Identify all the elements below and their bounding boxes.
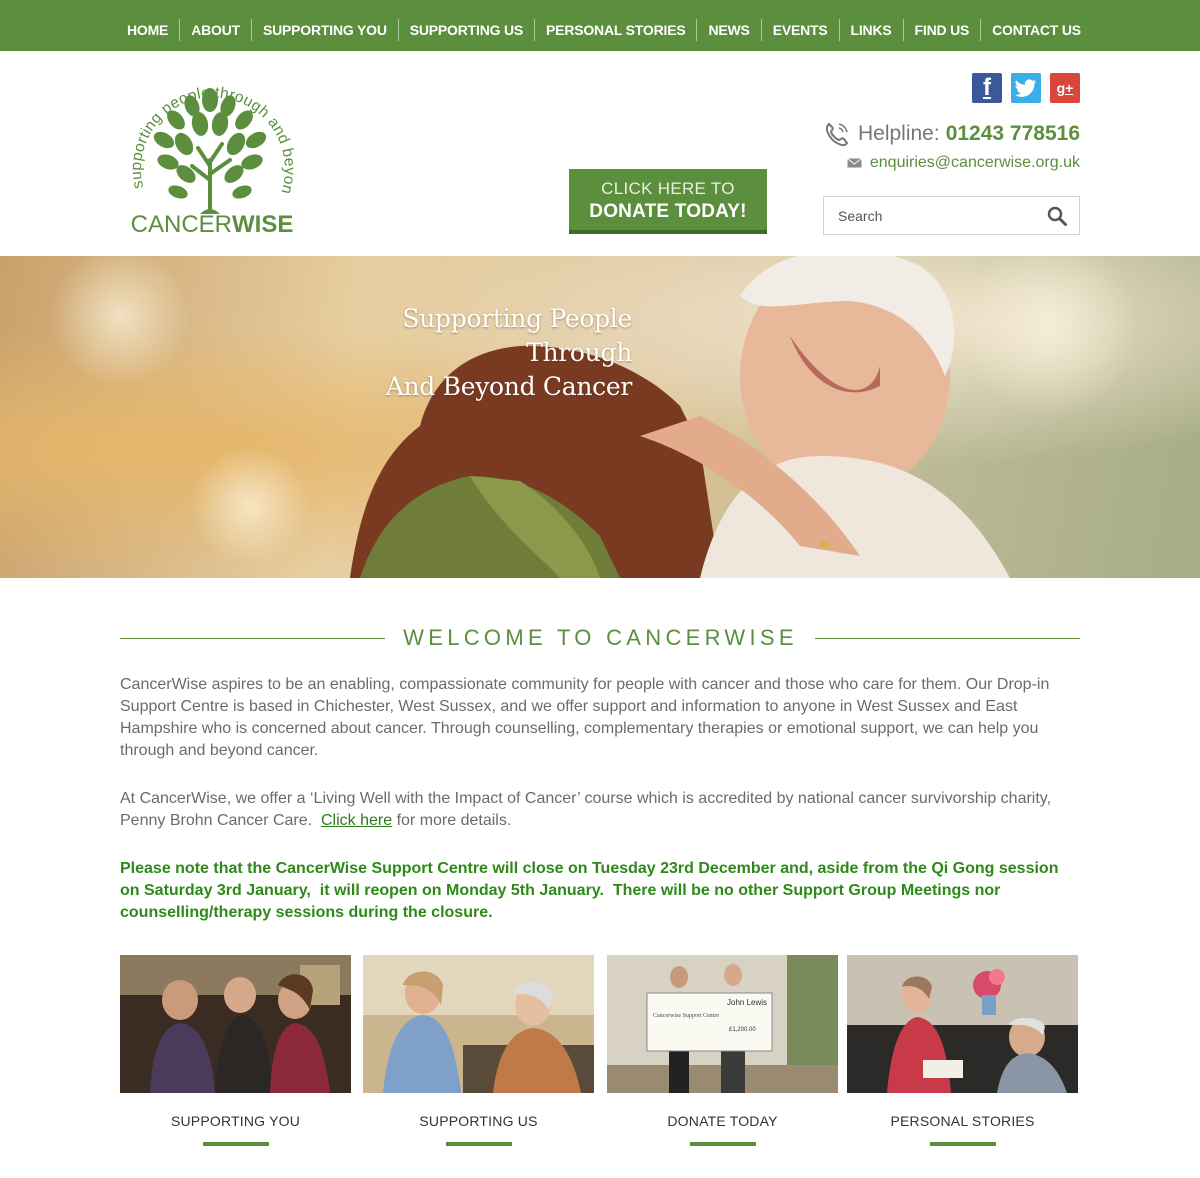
counselling-photo — [847, 955, 1078, 1093]
tile-underline — [689, 1142, 756, 1146]
nav-link-news[interactable]: NEWS — [697, 19, 760, 41]
intro-paragraph: CancerWise aspires to be an enabling, co… — [120, 676, 1050, 759]
search-input[interactable] — [824, 197, 1034, 234]
tile-supporting-you-caption: SUPPORTING YOU — [170, 1113, 301, 1129]
cheque-amount: £1,200.00 — [729, 1027, 756, 1033]
nav-item-home[interactable]: HOME — [116, 19, 179, 41]
nav-item-events[interactable]: EVENTS — [760, 19, 839, 41]
nav-item-find-us[interactable]: FIND US — [902, 19, 981, 41]
hero-title-line-2: And Beyond Cancer — [385, 372, 633, 401]
logo-name-bold: WISE — [232, 211, 293, 238]
nav-link-links[interactable]: LINKS — [840, 19, 903, 41]
hero-title-line-1: Supporting People Through — [402, 304, 632, 367]
nav-link-supporting-us[interactable]: SUPPORTING US — [399, 19, 534, 41]
helpline-number[interactable]: 01243 778516 — [946, 122, 1080, 146]
nav-link-home[interactable]: HOME — [116, 19, 179, 41]
twitter-icon[interactable] — [1011, 73, 1041, 103]
tile-supporting-you-image — [120, 955, 351, 1093]
tile-donate-today-image: John Lewis Cancerwise Support Centre £1,… — [607, 955, 838, 1093]
nav-link-contact-us[interactable]: CONTACT US — [981, 19, 1092, 41]
search-box — [823, 196, 1080, 235]
nav-item-links[interactable]: LINKS — [838, 19, 903, 41]
facebook-icon[interactable]: f — [972, 73, 1002, 103]
logo-tree-icon: supporting people through and beyond can… — [110, 49, 298, 238]
course-paragraph: At CancerWise, we offer a ‘Living Well w… — [120, 788, 1080, 832]
donate-button[interactable]: CLICK HERE TO DONATE TODAY! — [569, 169, 767, 234]
nav-item-supporting-us[interactable]: SUPPORTING US — [397, 19, 534, 41]
tile-supporting-us-image — [363, 955, 594, 1093]
donate-line-2: DONATE TODAY! — [589, 201, 747, 222]
googleplus-icon[interactable]: g+ — [1050, 73, 1080, 103]
cancerwise-logo[interactable]: supporting people through and beyond can… — [110, 49, 310, 242]
tile-supporting-you[interactable]: SUPPORTING YOU — [120, 955, 351, 1146]
email-contact: enquiries@cancerwise.org.uk — [847, 154, 1080, 172]
tile-supporting-us-caption: SUPPORTING US — [419, 1113, 538, 1129]
tile-personal-stories[interactable]: PERSONAL STORIES — [847, 955, 1078, 1146]
envelope-icon — [847, 158, 862, 168]
tile-donate-today[interactable]: John Lewis Cancerwise Support Centre £1,… — [607, 955, 838, 1146]
nav-item-news[interactable]: NEWS — [696, 19, 760, 41]
cheque-presentation-photo: John Lewis Cancerwise Support Centre £1,… — [607, 955, 838, 1093]
group-photo — [120, 955, 351, 1093]
helpline: Helpline: 01243 778516 — [823, 118, 1080, 150]
nav-item-supporting-you[interactable]: SUPPORTING YOU — [250, 19, 398, 41]
email-link[interactable]: enquiries@cancerwise.org.uk — [870, 154, 1080, 172]
welcome-heading-row: WELCOME TO CANCERWISE — [120, 623, 1080, 653]
nav-link-about[interactable]: ABOUT — [180, 19, 251, 41]
nav-list: HOME ABOUT SUPPORTING YOU SUPPORTING US … — [116, 19, 1092, 41]
phone-icon — [825, 122, 849, 147]
nav-link-events[interactable]: EVENTS — [762, 19, 839, 41]
tile-underline — [202, 1142, 269, 1146]
helpline-label: Helpline: — [857, 122, 940, 145]
course-text: At CancerWise, we offer a ‘Living Well w… — [120, 790, 1052, 829]
nav-link-find-us[interactable]: FIND US — [904, 19, 981, 41]
tile-underline — [929, 1142, 996, 1146]
tile-personal-stories-image — [847, 955, 1078, 1093]
nav-item-personal-stories[interactable]: PERSONAL STORIES — [534, 19, 696, 41]
heading-rule-left — [120, 637, 386, 639]
heading-rule-right — [814, 637, 1080, 639]
course-click-here-link[interactable]: Click here — [321, 812, 392, 829]
nav-link-supporting-you[interactable]: SUPPORTING YOU — [252, 19, 398, 41]
logo-name-light: CANCER — [131, 211, 232, 238]
cheque-payee: Cancerwise Support Centre — [653, 1013, 719, 1019]
nav-item-contact-us[interactable]: CONTACT US — [980, 19, 1092, 41]
volunteers-photo — [363, 955, 594, 1093]
welcome-heading: WELCOME TO CANCERWISE — [403, 625, 798, 650]
search-icon[interactable] — [1047, 206, 1067, 226]
svg-text:CANCERWISE: CANCERWISE — [131, 211, 294, 238]
nav-item-about[interactable]: ABOUT — [179, 19, 251, 41]
main-nav: HOME ABOUT SUPPORTING YOU SUPPORTING US … — [0, 0, 1200, 51]
tile-donate-today-caption: DONATE TODAY — [667, 1113, 778, 1129]
twitter-bird-icon — [1015, 79, 1036, 97]
tile-supporting-us[interactable]: SUPPORTING US — [363, 955, 594, 1146]
closure-notice: Please note that the CancerWise Support … — [120, 860, 1059, 921]
nav-link-personal-stories[interactable]: PERSONAL STORIES — [535, 19, 696, 41]
course-text-end: for more details. — [392, 812, 512, 829]
tile-personal-stories-caption: PERSONAL STORIES — [890, 1113, 1035, 1129]
cheque-brand: John Lewis — [727, 998, 767, 1007]
donate-line-1: CLICK HERE TO — [601, 179, 735, 198]
tile-underline — [445, 1142, 512, 1146]
hero-title: Supporting People Through And Beyond Can… — [290, 302, 633, 404]
